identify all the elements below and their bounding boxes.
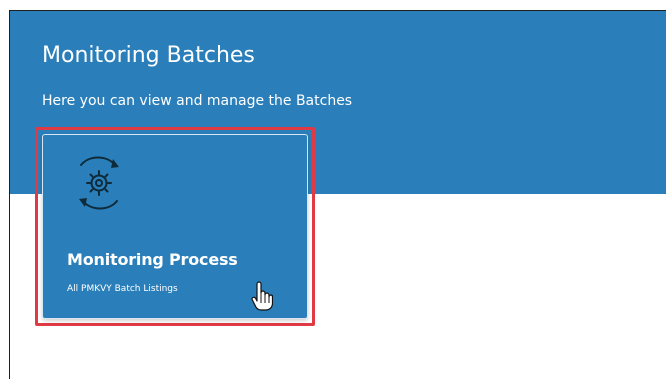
card-title: Monitoring Process — [67, 250, 238, 269]
page-subtitle: Here you can view and manage the Batches — [42, 93, 353, 109]
page-title: Monitoring Batches — [42, 43, 255, 68]
monitoring-process-card[interactable]: Monitoring Process All PMKVY Batch Listi… — [42, 134, 308, 319]
card-subtitle: All PMKVY Batch Listings — [67, 284, 178, 294]
gear-refresh-icon — [67, 151, 131, 215]
